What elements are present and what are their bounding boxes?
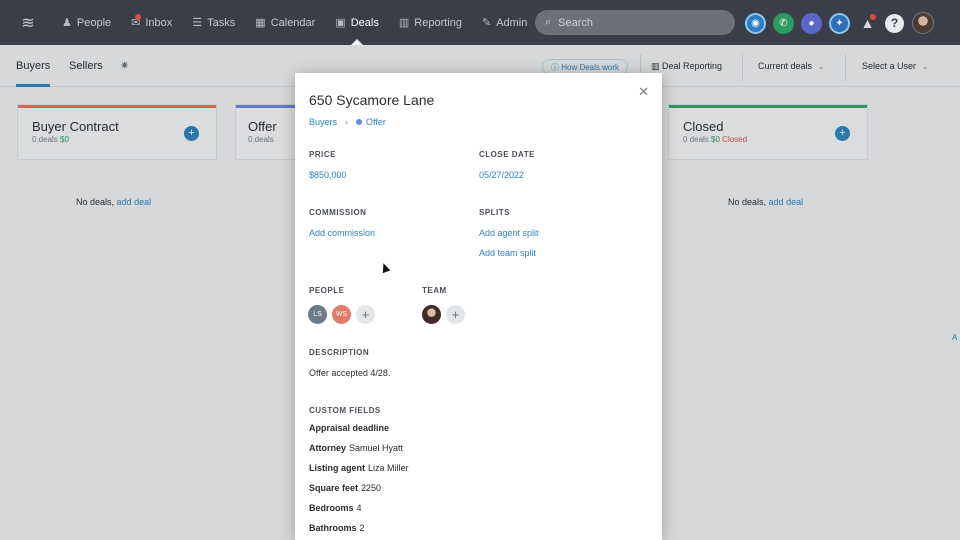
chevron-right-icon: › bbox=[345, 117, 349, 127]
nav-label: Tasks bbox=[207, 16, 236, 29]
person-avatar[interactable]: WS bbox=[332, 305, 351, 324]
price-label: PRICE bbox=[309, 150, 336, 159]
field-value: Liza Miller bbox=[368, 463, 409, 473]
nav-label: Admin bbox=[496, 16, 528, 29]
bell-icon[interactable]: ▲ bbox=[857, 13, 878, 34]
custom-field-row[interactable]: Listing agent Liza Miller bbox=[309, 463, 409, 473]
field-name: Attorney bbox=[309, 443, 347, 453]
field-name: Appraisal deadline bbox=[309, 423, 390, 433]
add-agent-split-link[interactable]: Add agent split bbox=[479, 228, 539, 238]
team-member-avatar[interactable] bbox=[422, 305, 441, 324]
custom-fields-label: CUSTOM FIELDS bbox=[309, 406, 381, 415]
add-team-member-icon[interactable]: + bbox=[446, 305, 465, 324]
deals-icon: ▣ bbox=[335, 17, 346, 29]
custom-field-row[interactable]: Appraisal deadline bbox=[309, 423, 392, 433]
field-value: 2 bbox=[359, 523, 365, 533]
notification-dot bbox=[870, 13, 876, 20]
splits-label: SPLITS bbox=[479, 208, 511, 217]
top-right-icons: ◉ ✆ ● ✦ ▲ ? bbox=[745, 12, 934, 34]
custom-field-row[interactable]: Bedrooms 4 bbox=[309, 503, 362, 513]
field-name: Square feet bbox=[309, 483, 359, 493]
nav-inbox[interactable]: ✉ Inbox bbox=[121, 0, 182, 45]
top-nav: ≋ ♟ People ✉ Inbox ☰ Tasks ▦ Calendar ▣ Deals… bbox=[0, 0, 960, 45]
nav-admin[interactable]: ✎ Admin bbox=[472, 0, 537, 45]
help-icon[interactable]: ? bbox=[885, 13, 904, 33]
person-icon: ♟ bbox=[62, 17, 72, 29]
team-label: TEAM bbox=[422, 286, 447, 295]
add-person-icon[interactable]: + bbox=[356, 305, 375, 324]
field-value: 4 bbox=[356, 503, 362, 513]
field-value: 2250 bbox=[361, 483, 382, 493]
stage-dot bbox=[356, 119, 363, 125]
search-icon: ⌕ bbox=[545, 16, 552, 28]
search-input[interactable]: ⌕ Search bbox=[535, 10, 735, 35]
user-avatar[interactable] bbox=[912, 12, 934, 34]
breadcrumb: Buyers › Offer bbox=[309, 117, 386, 127]
chat-icon[interactable]: ● bbox=[801, 12, 822, 34]
description-text[interactable]: Offer accepted 4/28. bbox=[309, 368, 390, 378]
phone-icon[interactable]: ✆ bbox=[773, 12, 794, 34]
custom-field-row[interactable]: Bathrooms 2 bbox=[309, 523, 365, 533]
nav-tasks[interactable]: ☰ Tasks bbox=[182, 0, 245, 45]
run-icon[interactable]: ✦ bbox=[829, 12, 850, 34]
nav-deals[interactable]: ▣ Deals bbox=[325, 0, 389, 45]
add-team-split-link[interactable]: Add team split bbox=[479, 248, 536, 258]
nav-reporting[interactable]: ▥ Reporting bbox=[389, 0, 472, 45]
custom-field-row[interactable]: Square feet 2250 bbox=[309, 483, 381, 493]
nav-label: Calendar bbox=[270, 16, 316, 29]
add-commission-link[interactable]: Add commission bbox=[309, 228, 375, 238]
tasks-icon: ☰ bbox=[192, 17, 203, 29]
price-value[interactable]: $850,000 bbox=[309, 170, 347, 180]
reporting-icon: ▥ bbox=[398, 17, 410, 29]
field-name: Bedrooms bbox=[309, 503, 354, 513]
close-icon[interactable]: ✕ bbox=[638, 84, 649, 100]
logo-icon[interactable]: ≋ bbox=[14, 12, 42, 34]
deal-title: 650 Sycamore Lane bbox=[309, 92, 435, 108]
nav-people[interactable]: ♟ People bbox=[52, 0, 121, 45]
breadcrumb-stage[interactable]: Offer bbox=[366, 117, 386, 127]
commission-label: COMMISSION bbox=[309, 208, 367, 217]
close-date-label: CLOSE DATE bbox=[479, 150, 535, 159]
nav-label: People bbox=[76, 16, 112, 29]
field-name: Bathrooms bbox=[309, 523, 357, 533]
nav-label: Reporting bbox=[414, 16, 462, 29]
admin-icon: ✎ bbox=[481, 17, 492, 29]
person-avatar[interactable]: LS bbox=[308, 305, 327, 324]
deal-modal: ✕ 650 Sycamore Lane Buyers › Offer PRICE… bbox=[295, 73, 662, 540]
nav-label: Deals bbox=[350, 16, 379, 29]
breadcrumb-pipeline[interactable]: Buyers bbox=[309, 117, 337, 127]
nav-calendar[interactable]: ▦ Calendar bbox=[245, 0, 325, 45]
description-label: DESCRIPTION bbox=[309, 348, 370, 357]
field-value: Samuel Hyatt bbox=[349, 443, 404, 453]
people-label: PEOPLE bbox=[309, 286, 345, 295]
nav-label: Inbox bbox=[145, 16, 173, 29]
search-placeholder: Search bbox=[558, 16, 594, 29]
integration-icon[interactable]: ◉ bbox=[745, 12, 766, 34]
field-name: Listing agent bbox=[309, 463, 365, 473]
calendar-icon: ▦ bbox=[255, 17, 266, 29]
close-date-value[interactable]: 05/27/2022 bbox=[479, 170, 524, 180]
custom-field-row[interactable]: Attorney Samuel Hyatt bbox=[309, 443, 403, 453]
